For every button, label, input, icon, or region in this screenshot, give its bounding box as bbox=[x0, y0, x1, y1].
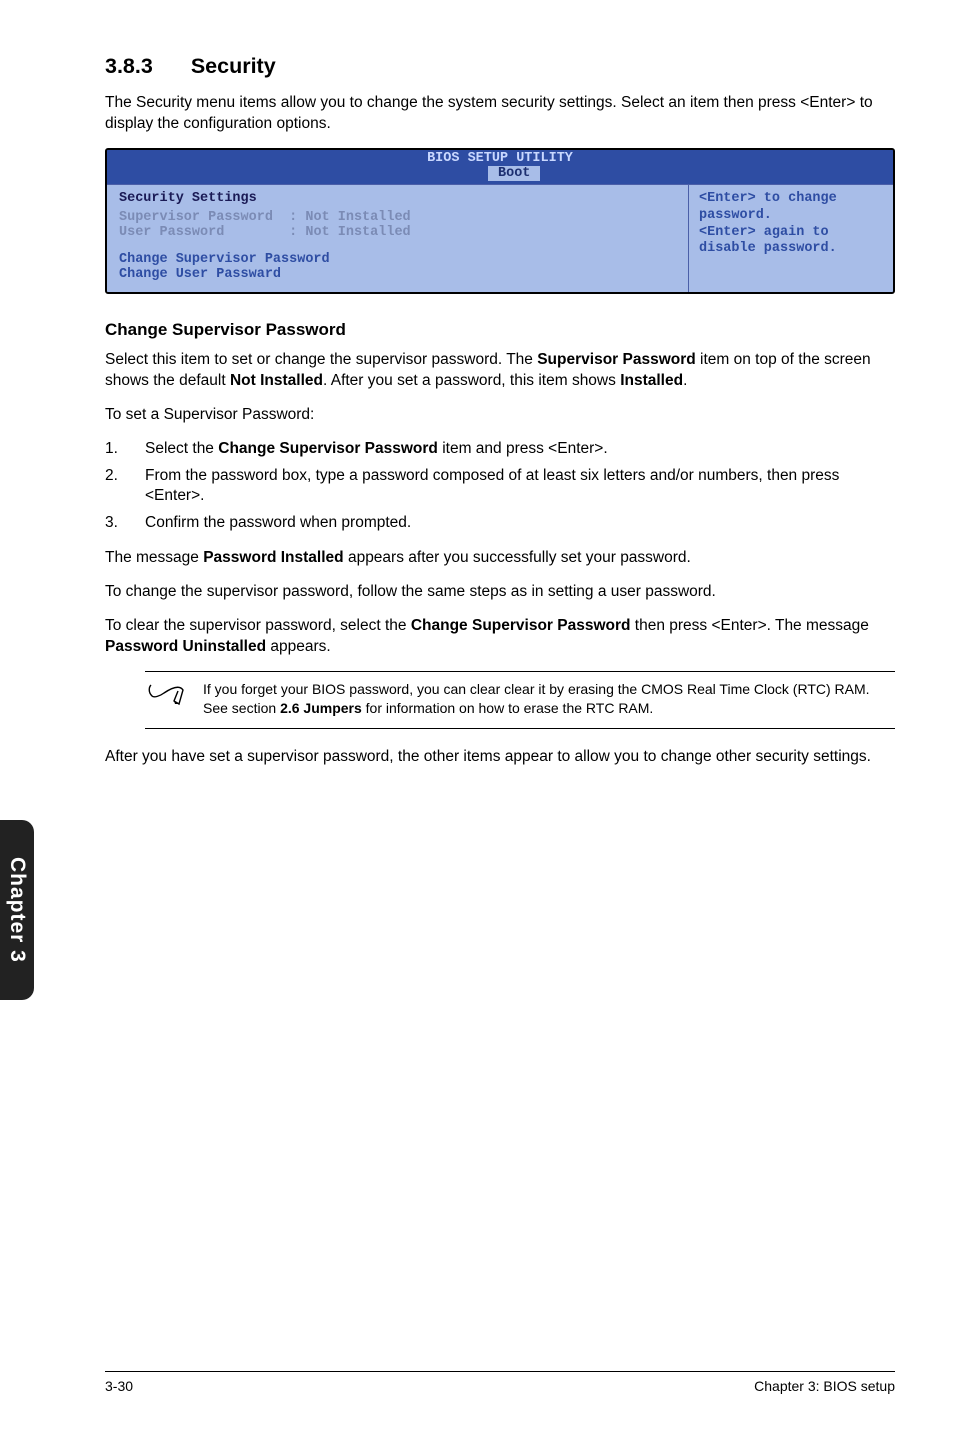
bios-change-supervisor[interactable]: Change Supervisor Password bbox=[119, 252, 676, 267]
page-footer: 3-30 Chapter 3: BIOS setup bbox=[105, 1371, 895, 1394]
chapter-tab-label: Chapter 3 bbox=[5, 857, 29, 963]
subsection-heading: Change Supervisor Password bbox=[105, 320, 895, 340]
note-text: If you forget your BIOS password, you ca… bbox=[203, 680, 895, 718]
bios-tab-boot[interactable]: Boot bbox=[488, 166, 540, 181]
para-after: After you have set a supervisor password… bbox=[105, 747, 895, 768]
page-content: 3.8.3 Security The Security menu items al… bbox=[105, 54, 895, 781]
bios-row-user: User Password : Not Installed bbox=[119, 225, 676, 240]
bios-title-bar: BIOS SETUP UTILITY Boot bbox=[107, 150, 893, 184]
intro-paragraph: The Security menu items allow you to cha… bbox=[105, 93, 895, 135]
para-select: Select this item to set or change the su… bbox=[105, 350, 895, 392]
para-change: To change the supervisor password, follo… bbox=[105, 582, 895, 603]
section-heading: 3.8.3 Security bbox=[105, 54, 895, 79]
bios-setup-panel: BIOS SETUP UTILITY Boot Security Setting… bbox=[105, 148, 895, 294]
chapter-tab: Chapter 3 bbox=[0, 820, 34, 1000]
bios-row-supervisor: Supervisor Password : Not Installed bbox=[119, 210, 676, 225]
step-3: 3. Confirm the password when prompted. bbox=[105, 513, 895, 534]
para-msg: The message Password Installed appears a… bbox=[105, 548, 895, 569]
step-1: 1. Select the Change Supervisor Password… bbox=[105, 439, 895, 460]
note-block: If you forget your BIOS password, you ca… bbox=[145, 671, 895, 729]
footer-chapter-title: Chapter 3: BIOS setup bbox=[754, 1378, 895, 1394]
bios-left-panel: Security Settings Supervisor Password : … bbox=[107, 185, 688, 292]
para-toset: To set a Supervisor Password: bbox=[105, 405, 895, 426]
bios-body: Security Settings Supervisor Password : … bbox=[107, 184, 893, 292]
bios-title: BIOS SETUP UTILITY bbox=[107, 150, 893, 166]
section-title: Security bbox=[191, 54, 276, 78]
footer-page-number: 3-30 bbox=[105, 1378, 133, 1394]
para-clear: To clear the supervisor password, select… bbox=[105, 616, 895, 658]
bios-help-text: <Enter> to change password. <Enter> agai… bbox=[699, 191, 883, 259]
bios-help-panel: <Enter> to change password. <Enter> agai… bbox=[688, 185, 893, 292]
note-pencil-icon bbox=[145, 680, 203, 718]
section-number: 3.8.3 bbox=[105, 54, 153, 79]
step-2: 2. From the password box, type a passwor… bbox=[105, 466, 895, 508]
bios-change-user[interactable]: Change User Passward bbox=[119, 267, 676, 282]
bios-panel-heading: Security Settings bbox=[119, 191, 676, 206]
steps-list: 1. Select the Change Supervisor Password… bbox=[105, 439, 895, 535]
